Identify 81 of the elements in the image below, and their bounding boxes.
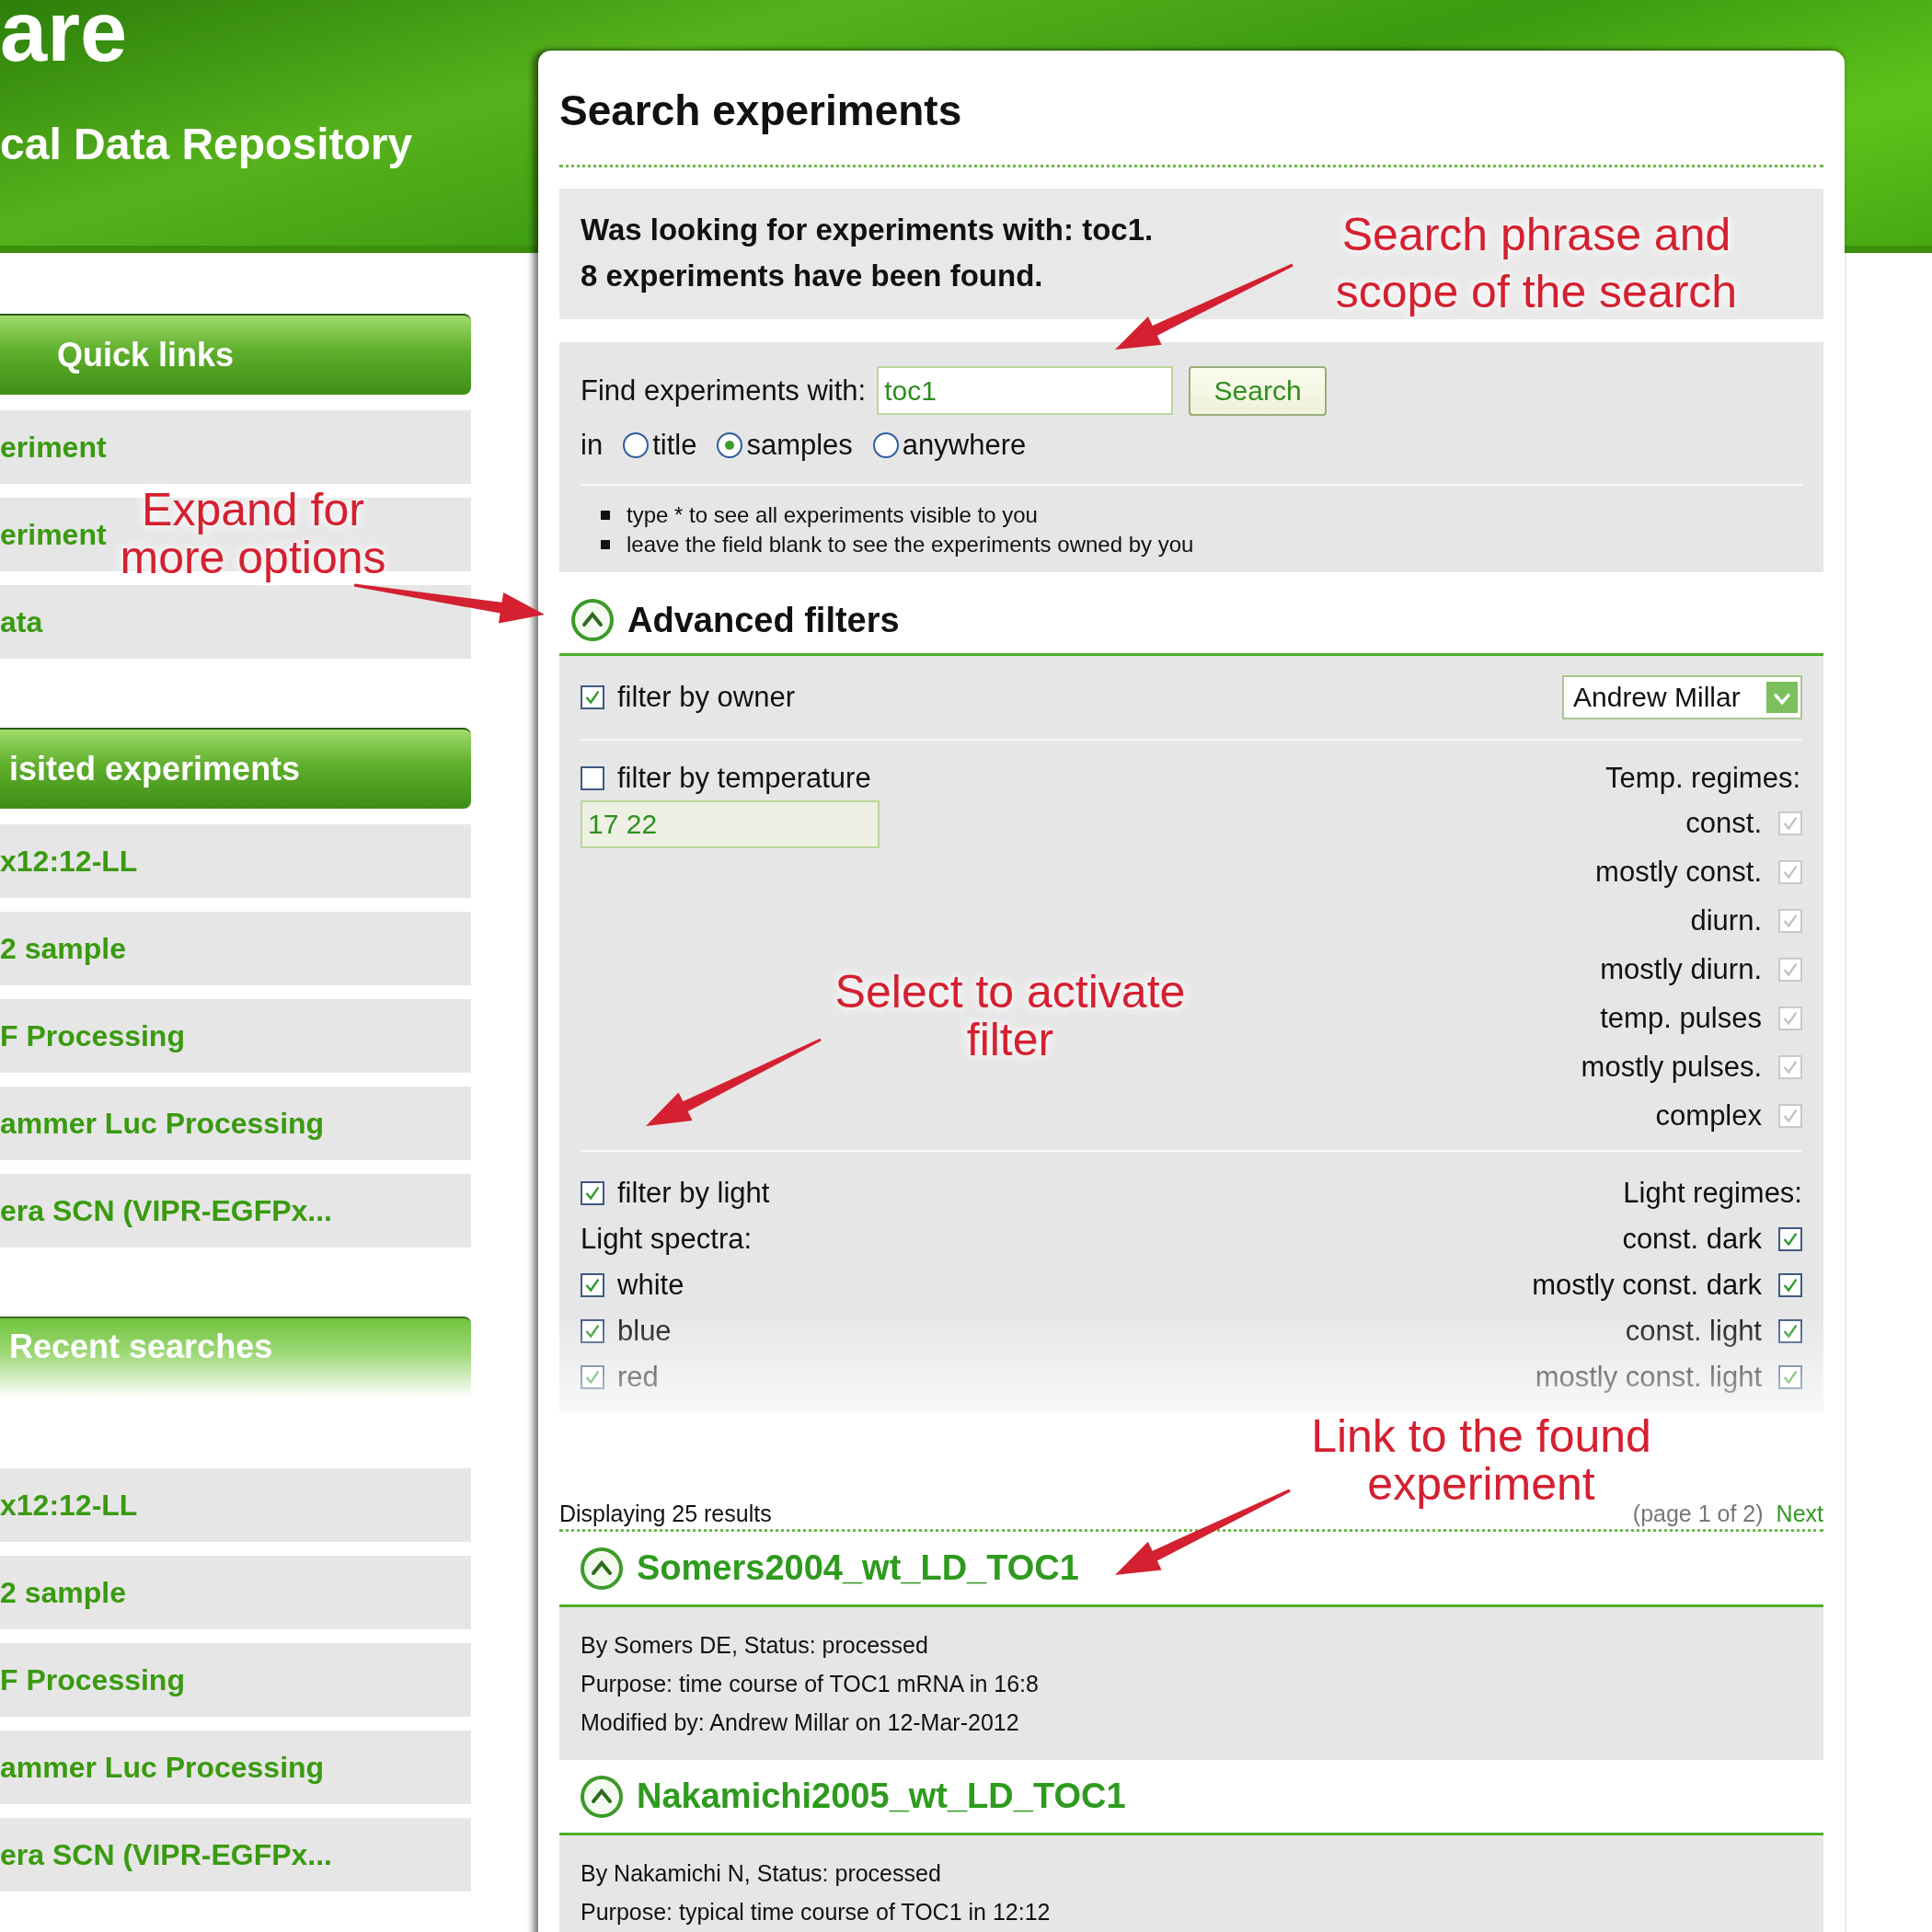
sidebar-link[interactable]: x12:12-LL xyxy=(0,1487,138,1524)
search-field[interactable]: toc1 xyxy=(877,366,1174,415)
checkbox-label: mostly const. light xyxy=(1535,1361,1762,1394)
search-button[interactable]: Search xyxy=(1189,365,1328,416)
site-subtitle: cal Data Repository xyxy=(0,119,414,170)
section-header: Quick links xyxy=(0,314,471,395)
page-title: Search experiments xyxy=(559,69,1823,167)
bullet-icon xyxy=(601,511,610,520)
section-title: Advanced filters xyxy=(627,600,900,640)
radio-label[interactable]: title xyxy=(652,429,697,462)
checkbox[interactable] xyxy=(1778,1319,1802,1343)
hint-text: type * to see all experiments visible to you xyxy=(627,502,1038,528)
checkbox-label: complex xyxy=(1655,1098,1762,1133)
checkbox[interactable] xyxy=(581,1181,604,1205)
group-label: Light spectra: xyxy=(581,1223,753,1256)
summary-text: 8 experiments have been found. xyxy=(581,258,1043,294)
sidebar-link[interactable]: eriment xyxy=(0,429,107,466)
sidebar-link[interactable]: 2 sample xyxy=(0,1574,126,1611)
radio-label[interactable]: anywhere xyxy=(902,429,1027,462)
checkbox-label: mostly const. xyxy=(1595,855,1762,889)
checkbox[interactable] xyxy=(1778,1227,1802,1251)
annotation-text: Search phrase and scope of the search xyxy=(1335,208,1738,319)
sidebar-link[interactable]: x12:12-LL xyxy=(0,843,138,880)
owner-select[interactable]: Andrew Millar xyxy=(1562,675,1802,719)
checkbox-label: const. xyxy=(1685,806,1762,840)
group-label: Temp. regimes: xyxy=(1605,761,1801,796)
checkbox-label: mostly diurn. xyxy=(1600,952,1762,986)
annotation-text: Select to activate filter xyxy=(834,968,1186,1064)
result-detail: By Nakamichi N, Status: processed xyxy=(581,1859,942,1888)
bullet-icon xyxy=(601,540,610,549)
result-detail: By Somers DE, Status: processed xyxy=(581,1631,929,1660)
search-label: Find experiments with: xyxy=(581,374,867,408)
annotation-text: Expand for more options xyxy=(120,486,386,581)
results-count: Displaying 25 results xyxy=(559,1501,772,1527)
checkbox[interactable] xyxy=(581,765,604,790)
checkbox[interactable] xyxy=(1778,1365,1802,1389)
checkbox-label: red xyxy=(617,1361,659,1394)
checkbox-label: filter by temperature xyxy=(617,761,871,795)
scope-label: in xyxy=(581,429,604,462)
checkbox[interactable] xyxy=(581,1319,604,1343)
temperature-field[interactable]: 17 22 xyxy=(581,800,880,848)
collapse-icon[interactable] xyxy=(580,1774,624,1819)
site-title: are xyxy=(0,0,129,80)
sidebar-link[interactable]: F Processing xyxy=(0,1018,185,1054)
checkbox-label: temp. pulses xyxy=(1600,1001,1762,1035)
collapse-icon[interactable] xyxy=(580,1546,624,1591)
summary-text: Was looking for experiments with: toc1. xyxy=(581,212,1154,248)
page-indicator: (page 1 of 2) xyxy=(1632,1501,1764,1527)
sidebar-link[interactable]: eriment xyxy=(0,516,107,553)
checkbox-label: white xyxy=(617,1269,684,1302)
checkbox-label: filter by light xyxy=(617,1177,770,1210)
section-header: Recent searches xyxy=(0,1317,471,1397)
group-label: Light regimes: xyxy=(1623,1177,1802,1210)
checkbox-label: mostly pulses. xyxy=(1581,1050,1762,1084)
hint-text: leave the field blank to see the experiments owned by you xyxy=(627,532,1194,558)
result-detail: Purpose: typical time course of TOC1 in 12:12 xyxy=(581,1898,1052,1926)
result-detail: Modified by: Andrew Millar on 12-Mar-2012 xyxy=(581,1708,1020,1737)
checkbox-label: mostly const. dark xyxy=(1532,1269,1762,1302)
checkbox-label: diurn. xyxy=(1690,903,1762,937)
radio-button[interactable] xyxy=(623,432,650,458)
radio-button[interactable] xyxy=(717,432,743,458)
select-value: Andrew Millar xyxy=(1573,682,1741,713)
experiment-link[interactable]: Nakamichi2005_wt_LD_TOC1 xyxy=(637,1777,1126,1816)
result-detail: Purpose: time course of TOC1 mRNA in 16:8 xyxy=(581,1670,1040,1698)
radio-label[interactable]: samples xyxy=(746,429,853,462)
checkbox-label: const. light xyxy=(1625,1315,1762,1348)
checkbox[interactable] xyxy=(581,685,604,709)
checkbox-label: blue xyxy=(617,1315,672,1348)
sidebar-link[interactable]: 2 sample xyxy=(0,930,126,967)
checkbox[interactable] xyxy=(1778,1273,1802,1297)
checkbox-label: const. dark xyxy=(1622,1223,1762,1256)
checkbox[interactable] xyxy=(581,1365,604,1389)
sidebar-link[interactable]: F Processing xyxy=(0,1662,185,1698)
checkbox-label: filter by owner xyxy=(617,681,795,714)
next-link[interactable]: Next xyxy=(1776,1501,1823,1527)
collapse-icon[interactable] xyxy=(570,598,615,642)
sidebar-link[interactable]: ata xyxy=(0,604,43,640)
section-header: isited experiments xyxy=(0,728,471,809)
radio-button[interactable] xyxy=(872,432,899,458)
experiment-link[interactable]: Somers2004_wt_LD_TOC1 xyxy=(637,1548,1079,1588)
checkbox[interactable] xyxy=(581,1273,604,1297)
